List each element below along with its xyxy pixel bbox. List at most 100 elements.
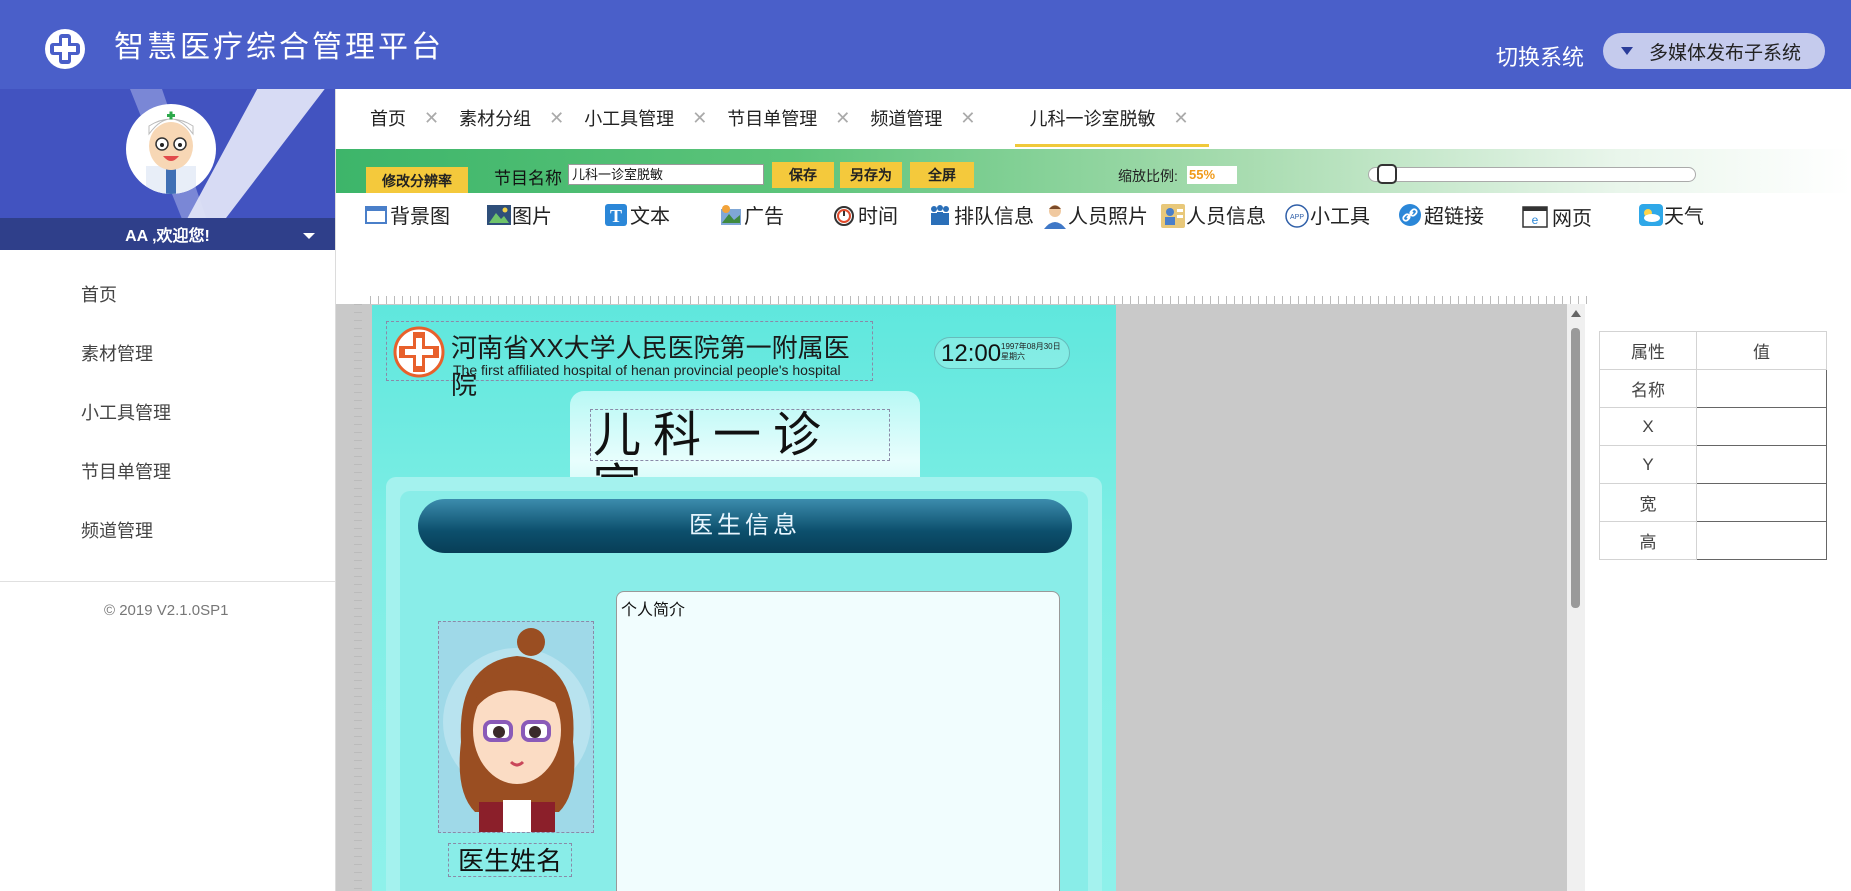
app-icon: APP: [1284, 203, 1309, 228]
clock-widget[interactable]: 12:00 1997年08月30日 星期六: [934, 337, 1070, 369]
sidebar-item-home[interactable]: 首页: [0, 280, 335, 339]
avatar[interactable]: [126, 104, 216, 194]
property-row: 宽: [1599, 483, 1827, 522]
property-label: 宽: [1599, 483, 1697, 522]
widget-text[interactable]: T 文本: [604, 200, 670, 229]
tab-label: 小工具管理: [584, 109, 675, 129]
widget-image[interactable]: 图片: [486, 200, 552, 229]
person-photo-icon: [1042, 203, 1066, 229]
tab-widget-management[interactable]: 小工具管理 ✕: [584, 89, 727, 147]
sidebar-item-channels[interactable]: 频道管理: [0, 516, 335, 575]
intro-title: 个人简介: [621, 602, 686, 619]
widget-ad[interactable]: 广告: [718, 200, 784, 229]
doctor-intro-widget[interactable]: 个人简介: [616, 591, 1060, 891]
vertical-ruler: [354, 304, 362, 891]
widget-webpage[interactable]: e 网页: [1522, 202, 1592, 231]
widget-time[interactable]: 时间: [832, 200, 898, 229]
clock-time: 12:00: [941, 340, 1002, 367]
queue-icon: [928, 203, 952, 227]
zoom-slider-track[interactable]: [1368, 167, 1696, 182]
zoom-value: 55%: [1187, 166, 1237, 184]
room-title-plate: 儿科一诊室: [570, 391, 920, 514]
widget-weather[interactable]: 天气: [1638, 200, 1704, 229]
height-field[interactable]: [1696, 521, 1827, 560]
weather-icon: [1638, 203, 1663, 227]
y-field[interactable]: [1696, 445, 1827, 484]
widget-background[interactable]: 背景图: [364, 200, 450, 229]
doctor-name[interactable]: 医生姓名: [448, 843, 572, 877]
welcome-dropdown[interactable]: AA ,欢迎您!: [0, 218, 335, 250]
widget-label: 时间: [858, 206, 898, 228]
close-icon[interactable]: ✕: [424, 108, 439, 129]
workspace-scrollbar[interactable]: [1567, 304, 1585, 891]
hospital-header-widget[interactable]: 河南省XX大学人民医院第一附属医院 The first affiliated h…: [386, 321, 873, 400]
widget-label: 图片: [512, 206, 552, 228]
caret-down-icon: [303, 233, 315, 239]
doctor-avatar-icon: [146, 111, 196, 194]
background-icon: [364, 203, 388, 227]
property-row: Y: [1599, 445, 1827, 484]
scroll-up-arrow-icon[interactable]: [1571, 310, 1581, 317]
text-icon: T: [604, 203, 628, 227]
sidebar-nav: 首页 素材管理 小工具管理 节目单管理 频道管理: [0, 280, 335, 575]
width-field[interactable]: [1696, 483, 1827, 522]
property-label: 名称: [1599, 369, 1697, 408]
property-label: X: [1599, 407, 1697, 446]
program-canvas[interactable]: 河南省XX大学人民医院第一附属医院 The first affiliated h…: [372, 305, 1116, 891]
change-resolution-button[interactable]: 修改分辨率: [366, 167, 468, 193]
widget-hyperlink[interactable]: 超链接: [1398, 200, 1484, 229]
zoom-slider-handle[interactable]: [1377, 164, 1397, 184]
webpage-icon: e: [1522, 205, 1548, 229]
widget-person-photo[interactable]: 人员照片: [1042, 200, 1148, 229]
doctor-photo-widget[interactable]: [438, 621, 594, 833]
system-select-value: 多媒体发布子系统: [1649, 42, 1802, 64]
doctor-portrait-icon: [439, 622, 593, 832]
close-icon[interactable]: ✕: [835, 108, 850, 129]
close-icon[interactable]: ✕: [960, 108, 975, 129]
scrollbar-thumb[interactable]: [1571, 328, 1580, 608]
tab-label: 素材分组: [459, 109, 532, 129]
widget-label: 背景图: [390, 206, 450, 228]
name-field[interactable]: [1696, 369, 1827, 408]
x-field[interactable]: [1696, 407, 1827, 446]
save-as-button[interactable]: 另存为: [840, 162, 902, 188]
tab-program-management[interactable]: 节目单管理 ✕: [727, 89, 870, 147]
tab-pediatrics-room[interactable]: 儿科一诊室脱敏 ✕: [995, 89, 1209, 147]
user-profile-panel: AA ,欢迎您!: [0, 89, 335, 250]
close-icon[interactable]: ✕: [549, 108, 564, 129]
properties-table: 属性 值 名称 X Y 宽 高: [1599, 331, 1827, 560]
widget-person-info[interactable]: 人员信息: [1160, 200, 1266, 229]
sidebar-divider: [0, 581, 335, 582]
top-header: 智慧医疗综合管理平台 切换系统 多媒体发布子系统: [0, 0, 1851, 89]
tab-label: 首页: [370, 109, 406, 129]
sidebar-item-materials[interactable]: 素材管理: [0, 339, 335, 398]
save-button[interactable]: 保存: [772, 162, 834, 188]
tab-material-groups[interactable]: 素材分组 ✕: [459, 89, 584, 147]
widget-app[interactable]: APP 小工具: [1284, 200, 1370, 229]
copyright: © 2019 V2.1.0SP1: [104, 602, 229, 619]
sidebar-item-widgets[interactable]: 小工具管理: [0, 398, 335, 457]
widget-label: 超链接: [1424, 206, 1484, 228]
clock-weekday: 星期六: [1001, 352, 1025, 361]
tab-label: 儿科一诊室脱敏: [1029, 109, 1156, 129]
system-select[interactable]: 多媒体发布子系统: [1603, 33, 1825, 69]
svg-text:T: T: [610, 206, 622, 226]
widget-label: 天气: [1664, 206, 1704, 228]
widget-queue[interactable]: 排队信息: [928, 200, 1034, 229]
person-info-icon: [1160, 203, 1185, 228]
tab-home[interactable]: 首页 ✕: [336, 89, 459, 147]
fullscreen-button[interactable]: 全屏: [910, 162, 974, 188]
link-icon: [1398, 203, 1422, 227]
program-name-input[interactable]: 儿科一诊室脱敏: [568, 164, 764, 185]
svg-text:e: e: [1532, 213, 1539, 227]
widget-label: 人员信息: [1186, 206, 1266, 228]
properties-header: 属性 值: [1599, 331, 1827, 370]
tab-channel-management[interactable]: 频道管理 ✕: [870, 89, 995, 147]
sidebar-item-programs[interactable]: 节目单管理: [0, 457, 335, 516]
room-title[interactable]: 儿科一诊室: [590, 409, 890, 514]
doctor-info-banner: 医生信息: [418, 499, 1072, 553]
clock-date: 1997年08月30日 星期六: [1001, 342, 1061, 362]
close-icon[interactable]: ✕: [692, 108, 707, 129]
ad-icon: [718, 203, 742, 227]
close-icon[interactable]: ✕: [1173, 108, 1188, 129]
